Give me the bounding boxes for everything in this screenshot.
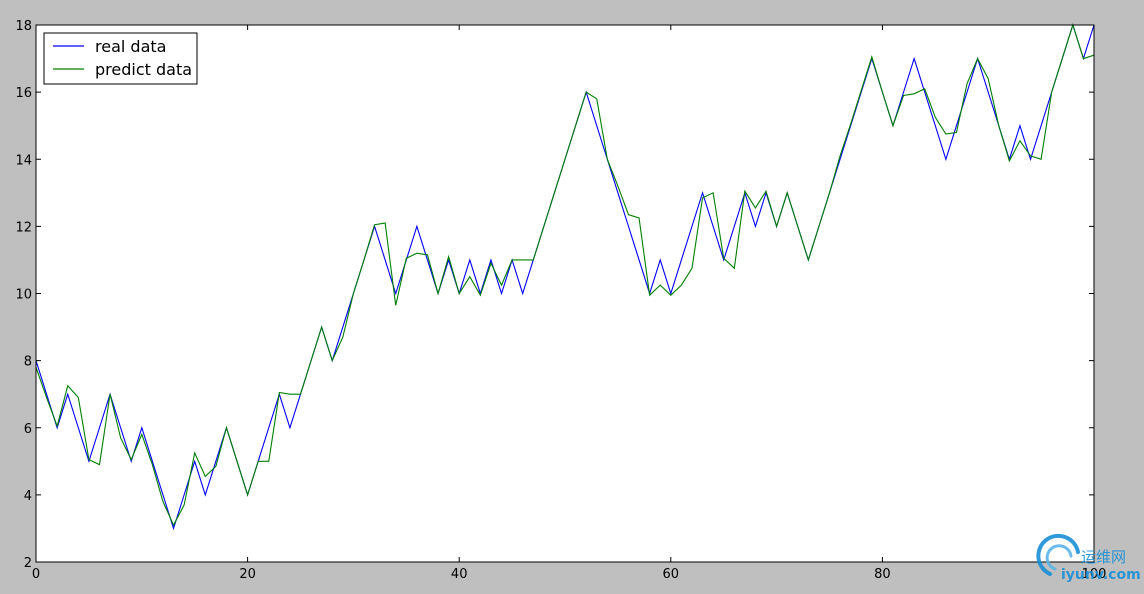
x-tick-label: 80: [874, 567, 891, 582]
y-tick-label: 12: [15, 220, 32, 235]
y-tick-label: 10: [15, 288, 32, 303]
watermark-en-text: iyunv.com: [1061, 567, 1141, 583]
chart-container: 0 20 40 60 80 100 2 4 6 8 10 12 14 16 18 real data pre…: [0, 0, 1144, 590]
x-tick-label: 60: [663, 567, 680, 582]
y-tick-label: 2: [24, 556, 32, 571]
legend: real data predict data: [43, 32, 198, 85]
y-tick-label: 8: [24, 355, 32, 370]
watermark-cn-text: 运维网: [1081, 548, 1126, 566]
plot-area: [36, 25, 1094, 562]
x-tick-label: 0: [32, 567, 40, 582]
x-tick-label: 40: [451, 567, 468, 582]
legend-label-predict: predict data: [95, 60, 192, 79]
y-tick-label: 4: [24, 489, 32, 504]
line-chart: 0 20 40 60 80 10024681012141618 real data pre…: [15, 19, 1141, 583]
y-tick-label: 14: [15, 153, 32, 168]
y-tick-label: 18: [15, 19, 32, 34]
legend-label-real: real data: [95, 37, 166, 56]
y-tick-label: 6: [24, 422, 32, 437]
y-tick-label: 16: [15, 86, 32, 101]
x-tick-label: 20: [239, 567, 256, 582]
